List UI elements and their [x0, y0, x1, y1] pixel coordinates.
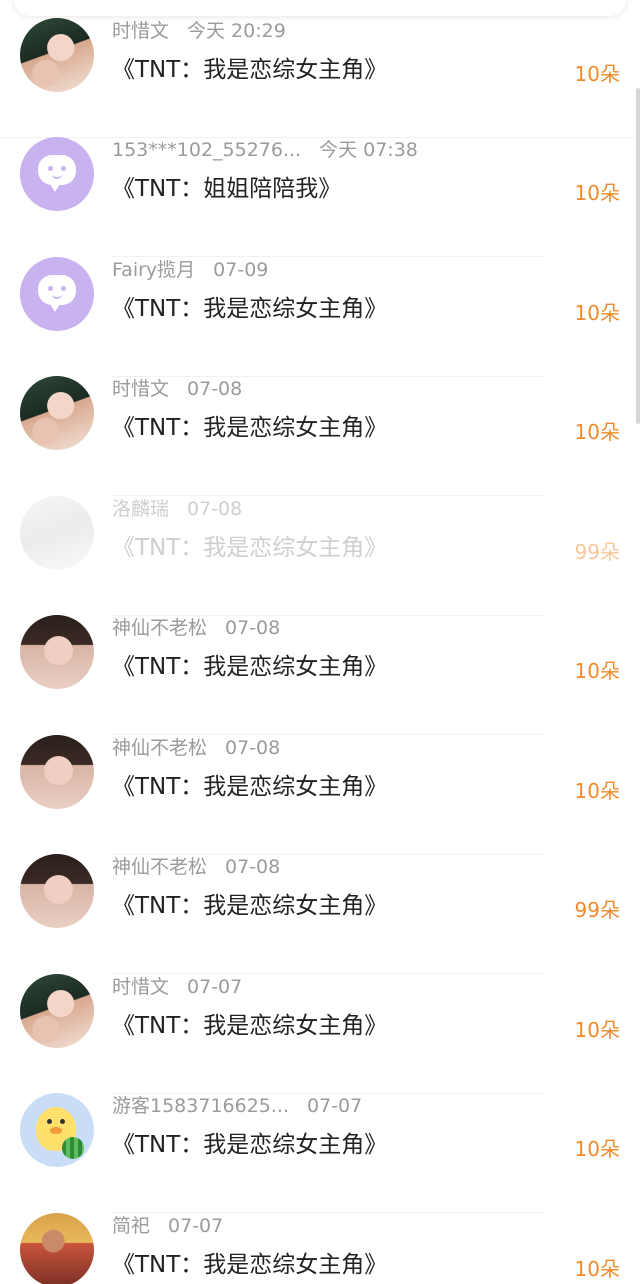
item-meta: 游客1583716625... 07-07: [112, 1093, 362, 1119]
item-meta: 简祀 07-07: [112, 1213, 223, 1239]
avatar[interactable]: [20, 974, 94, 1048]
gift-count: 10朵: [574, 420, 620, 444]
username: 游客1583716625...: [112, 1095, 290, 1117]
gift-count: 99朵: [574, 898, 620, 922]
avatar[interactable]: [20, 1093, 94, 1167]
timestamp: 07-07: [168, 1215, 224, 1237]
timestamp: 07-08: [225, 737, 281, 759]
item-meta: 洛麟瑞 07-08: [112, 496, 242, 522]
item-meta: 时惜文 今天 20:29: [112, 18, 286, 44]
avatar[interactable]: [20, 1213, 94, 1284]
username: 洛麟瑞: [112, 498, 170, 520]
timestamp: 07-08: [187, 378, 243, 400]
username: 153***102_55276...: [112, 139, 302, 161]
book-title: 《TNT：我是恋综女主角》: [112, 654, 388, 680]
item-meta: 神仙不老松 07-08: [112, 735, 280, 761]
gift-record-page: 时惜文 今天 20:29 《TNT：我是恋综女主角》 10朵 153***102_…: [0, 0, 640, 1284]
item-meta: Fairy揽月 07-09: [112, 257, 268, 283]
item-meta: 时惜文 07-08: [112, 376, 242, 402]
watermelon-icon: [62, 1137, 84, 1159]
avatar[interactable]: [20, 735, 94, 809]
timestamp: 今天 20:29: [187, 20, 286, 42]
list-item[interactable]: 153***102_55276... 今天 07:38 《TNT：姐姐陪陪我》 1…: [0, 137, 640, 257]
list-item[interactable]: 简祀 07-07 《TNT：我是恋综女主角》 10朵: [0, 1213, 640, 1284]
timestamp: 07-07: [187, 976, 243, 998]
username: 神仙不老松: [112, 856, 208, 878]
gift-count: 10朵: [574, 659, 620, 683]
gift-count: 10朵: [574, 1018, 620, 1042]
list-item[interactable]: 游客1583716625... 07-07 《TNT：我是恋综女主角》 10朵: [0, 1093, 640, 1213]
book-title: 《TNT：姐姐陪陪我》: [112, 176, 342, 202]
gift-count: 10朵: [574, 62, 620, 86]
timestamp: 07-08: [225, 856, 281, 878]
timestamp: 07-09: [213, 259, 269, 281]
avatar[interactable]: [20, 496, 94, 570]
list-item[interactable]: 时惜文 07-08 《TNT：我是恋综女主角》 10朵: [0, 376, 640, 496]
gift-count: 10朵: [574, 301, 620, 325]
gift-count: 10朵: [574, 181, 620, 205]
top-card: [14, 0, 626, 16]
book-title: 《TNT：我是恋综女主角》: [112, 57, 388, 83]
item-meta: 神仙不老松 07-08: [112, 854, 280, 880]
chat-bubble-icon: [38, 155, 76, 192]
book-title: 《TNT：我是恋综女主角》: [112, 415, 388, 441]
timestamp: 07-08: [225, 617, 281, 639]
avatar[interactable]: [20, 615, 94, 689]
item-meta: 神仙不老松 07-08: [112, 615, 280, 641]
book-title: 《TNT：我是恋综女主角》: [112, 1252, 388, 1278]
username: 神仙不老松: [112, 737, 208, 759]
book-title: 《TNT：我是恋综女主角》: [112, 774, 388, 800]
list-item[interactable]: 洛麟瑞 07-08 《TNT：我是恋综女主角》 99朵: [0, 496, 640, 616]
book-title: 《TNT：我是恋综女主角》: [112, 893, 388, 919]
avatar[interactable]: [20, 137, 94, 211]
gift-count: 10朵: [574, 1137, 620, 1161]
timestamp: 07-08: [187, 498, 243, 520]
gift-count: 10朵: [574, 779, 620, 803]
list-item[interactable]: 神仙不老松 07-08 《TNT：我是恋综女主角》 10朵: [0, 615, 640, 735]
username: 神仙不老松: [112, 617, 208, 639]
timestamp: 07-07: [307, 1095, 363, 1117]
avatar[interactable]: [20, 854, 94, 928]
username: 时惜文: [112, 20, 170, 42]
username: 简祀: [112, 1215, 151, 1237]
item-meta: 153***102_55276... 今天 07:38: [112, 137, 418, 163]
book-title: 《TNT：我是恋综女主角》: [112, 1013, 388, 1039]
list-item[interactable]: 神仙不老松 07-08 《TNT：我是恋综女主角》 10朵: [0, 735, 640, 855]
avatar[interactable]: [20, 18, 94, 92]
book-title: 《TNT：我是恋综女主角》: [112, 535, 388, 561]
username: Fairy揽月: [112, 259, 196, 281]
username: 时惜文: [112, 378, 170, 400]
username: 时惜文: [112, 976, 170, 998]
timestamp: 今天 07:38: [319, 139, 418, 161]
item-meta: 时惜文 07-07: [112, 974, 242, 1000]
list-item[interactable]: 时惜文 07-07 《TNT：我是恋综女主角》 10朵: [0, 974, 640, 1094]
list-item[interactable]: 时惜文 今天 20:29 《TNT：我是恋综女主角》 10朵: [0, 18, 640, 138]
gift-count: 10朵: [574, 1257, 620, 1281]
avatar[interactable]: [20, 257, 94, 331]
book-title: 《TNT：我是恋综女主角》: [112, 296, 388, 322]
chat-bubble-icon: [38, 275, 76, 312]
book-title: 《TNT：我是恋综女主角》: [112, 1132, 388, 1158]
gift-count: 99朵: [574, 540, 620, 564]
avatar[interactable]: [20, 376, 94, 450]
scrollbar[interactable]: [636, 88, 640, 424]
list-item[interactable]: Fairy揽月 07-09 《TNT：我是恋综女主角》 10朵: [0, 257, 640, 377]
list-item[interactable]: 神仙不老松 07-08 《TNT：我是恋综女主角》 99朵: [0, 854, 640, 974]
